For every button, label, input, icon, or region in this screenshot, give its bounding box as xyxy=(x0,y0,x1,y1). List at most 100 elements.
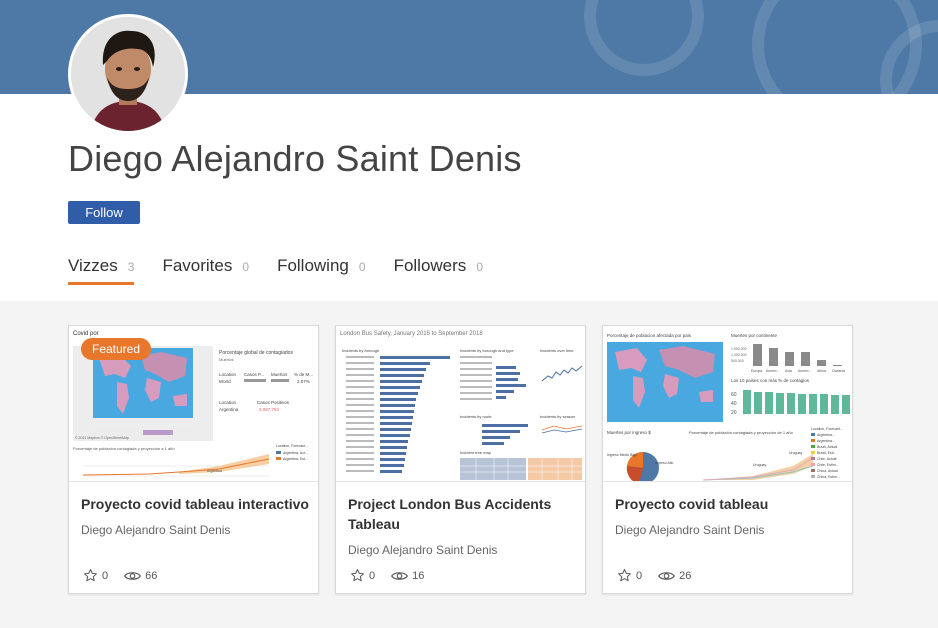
thumb-text: Casos Positivos xyxy=(257,400,290,405)
eye-icon xyxy=(658,570,676,582)
thumb-text: 1,000,000 xyxy=(731,353,747,357)
thumb-text: Chile, Actual xyxy=(817,457,837,461)
views-stat: 66 xyxy=(124,570,157,582)
thumb-text: Ingreso Alto xyxy=(655,461,674,465)
thumb-text: Americ... xyxy=(798,369,812,373)
thumb-text: % de M... xyxy=(294,372,313,377)
views-stat: 16 xyxy=(391,570,424,582)
thumb-text: 60 xyxy=(731,392,737,398)
thumb-text: © 2021 Mapbox © OpenStreetMap xyxy=(75,436,129,440)
banner-decoration xyxy=(584,0,704,76)
thumb-text: Oceania xyxy=(832,369,845,373)
star-icon[interactable] xyxy=(617,568,632,583)
thumb-text: Argentina xyxy=(207,469,222,473)
tab-followers[interactable]: Followers 0 xyxy=(394,256,483,285)
thumb-text: 500,000 xyxy=(731,359,744,363)
favorites-stat[interactable]: 0 xyxy=(83,568,108,583)
thumb-text: Muertes por ingreso $ xyxy=(607,430,651,435)
viz-title[interactable]: Proyecto covid tableau xyxy=(615,494,843,514)
views-count: 26 xyxy=(679,569,692,582)
tab-label: Following xyxy=(277,256,349,275)
thumb-text: Chile, Estim... xyxy=(817,463,839,467)
tab-count: 3 xyxy=(127,260,135,274)
thumb-text: 2.07% xyxy=(297,379,310,384)
viz-stats: 0 66 xyxy=(83,568,167,583)
thumb-text: Location, Forecast... xyxy=(811,427,843,431)
thumb-text: Argentina xyxy=(219,407,239,412)
viz-author[interactable]: Diego Alejandro Saint Denis xyxy=(81,523,230,537)
thumb-text: 20 xyxy=(731,410,737,416)
viz-thumbnail-image: Porcentaje de poblacion afectada por pai… xyxy=(603,326,852,481)
thumb-text: Porcentaje de población contagiada y pro… xyxy=(689,430,794,435)
tab-count: 0 xyxy=(476,260,483,274)
tab-label: Vizzes xyxy=(68,256,118,275)
viz-card[interactable]: Porcentaje de poblacion afectada por pai… xyxy=(602,325,853,594)
tab-count: 0 xyxy=(358,260,366,274)
thumb-text: Argentina, Act... xyxy=(283,451,308,455)
star-icon[interactable] xyxy=(83,568,98,583)
viz-title[interactable]: Proyecto covid tableau interactivo xyxy=(81,494,309,514)
viz-stats: 0 26 xyxy=(617,568,701,583)
thumb-text: Ingreso Medio Bajo xyxy=(607,453,637,457)
thumb-text: Incident tree map xyxy=(460,450,492,455)
thumb-text: Incidents by season xyxy=(540,414,575,419)
viz-thumbnail[interactable]: London Bus Safety, January 2015 to Septe… xyxy=(336,326,585,482)
profile-name: Diego Alejandro Saint Denis xyxy=(68,138,522,179)
viz-card[interactable]: London Bus Safety, January 2015 to Septe… xyxy=(335,325,586,594)
tab-count: 0 xyxy=(242,260,250,274)
tab-label: Favorites xyxy=(162,256,233,275)
tab-following[interactable]: Following 0 xyxy=(277,256,366,285)
viz-card[interactable]: Featured Covid por © 2021 Mapbox © OpenS… xyxy=(68,325,319,594)
thumb-text: Porcentaje de poblacion contagiada y pro… xyxy=(73,446,175,451)
thumb-text: Incidents over time xyxy=(540,348,574,353)
thumb-text: 40 xyxy=(731,401,737,407)
thumb-text: Covid por xyxy=(73,331,99,337)
thumb-text: Europa xyxy=(751,369,762,373)
thumb-text: Uruguay xyxy=(789,451,802,455)
thumb-text: Porcentaje global de contagiados xyxy=(219,350,293,356)
thumb-text: Location, Forecast... xyxy=(276,444,308,448)
viz-thumbnail[interactable]: Porcentaje de poblacion afectada por pai… xyxy=(603,326,852,482)
thumb-text: Muertos xyxy=(271,372,288,377)
featured-badge: Featured xyxy=(81,338,152,360)
thumb-text: Argentina... xyxy=(817,433,835,437)
thumb-text: China, Actual xyxy=(817,469,838,473)
avatar-photo xyxy=(71,17,185,131)
tab-favorites[interactable]: Favorites 0 xyxy=(162,256,249,285)
thumb-text: Asia xyxy=(785,369,792,373)
thumb-text: Los 10 paises con más % de contagios xyxy=(731,378,810,383)
thumb-text: Incidents by borough xyxy=(342,348,379,353)
thumb-text: 1,500,000 xyxy=(731,347,747,351)
thumb-text: Brazil, Esti... xyxy=(817,451,836,455)
thumb-text: Muertes por continente xyxy=(731,333,778,338)
thumb-text: Argentina, Est... xyxy=(283,457,308,461)
follow-button[interactable]: Follow xyxy=(68,201,140,224)
thumb-text: China, Estim... xyxy=(817,475,840,479)
thumb-text: Uruguay xyxy=(753,463,766,467)
viz-author[interactable]: Diego Alejandro Saint Denis xyxy=(348,543,497,557)
views-count: 66 xyxy=(145,569,158,582)
views-stat: 26 xyxy=(658,570,691,582)
profile-tabs: Vizzes 3 Favorites 0 Following 0 Followe… xyxy=(68,256,483,285)
thumb-text: Muertos xyxy=(219,357,233,362)
favorites-count: 0 xyxy=(369,569,376,582)
favorites-stat[interactable]: 0 xyxy=(350,568,375,583)
thumb-text: Porcentaje de poblacion afectada por pai… xyxy=(607,333,692,338)
viz-stats: 0 16 xyxy=(350,568,434,583)
star-icon[interactable] xyxy=(350,568,365,583)
eye-icon xyxy=(124,570,142,582)
viz-thumbnail-image: London Bus Safety, January 2015 to Septe… xyxy=(336,326,585,481)
viz-author[interactable]: Diego Alejandro Saint Denis xyxy=(615,523,764,537)
favorites-count: 0 xyxy=(102,569,109,582)
thumb-text: Brazil, Actual xyxy=(817,445,837,449)
thumb-text: Location xyxy=(219,372,237,377)
thumb-text: Americ... xyxy=(766,369,780,373)
viz-thumbnail[interactable]: Featured Covid por © 2021 Mapbox © OpenS… xyxy=(69,326,318,482)
thumb-text: Africa xyxy=(817,369,826,373)
viz-title[interactable]: Project London Bus Accidents Tableau xyxy=(348,494,576,534)
favorites-stat[interactable]: 0 xyxy=(617,568,642,583)
thumb-text: World xyxy=(219,379,231,384)
thumb-text: Location xyxy=(219,400,237,405)
tab-vizzes[interactable]: Vizzes 3 xyxy=(68,256,135,285)
thumb-text: 5,097,763 xyxy=(259,407,280,412)
